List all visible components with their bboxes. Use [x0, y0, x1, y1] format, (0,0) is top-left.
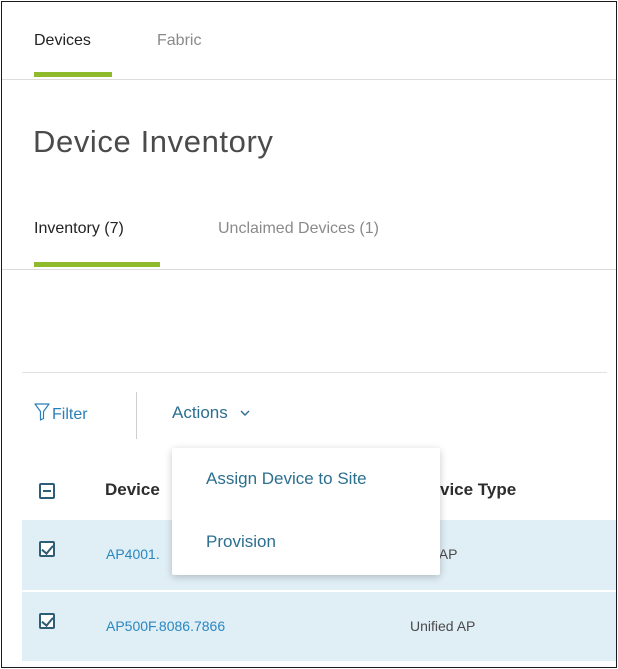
device-name-link[interactable]: AP500F.8086.7866	[106, 618, 225, 634]
select-all-checkbox[interactable]	[39, 483, 55, 499]
sub-tab-bar: Inventory (7) Unclaimed Devices (1)	[2, 197, 616, 270]
menu-item-provision[interactable]: Provision	[206, 532, 276, 552]
filter-icon	[34, 403, 52, 426]
device-name-link[interactable]: AP4001.	[106, 546, 160, 562]
active-tab-indicator	[34, 72, 112, 77]
table-row[interactable]: AP500F.8086.7866 Unified AP	[22, 591, 616, 661]
tab-devices[interactable]: Devices	[34, 32, 91, 50]
row-checkbox[interactable]	[39, 541, 55, 557]
actions-dropdown-button[interactable]: Actions	[172, 403, 250, 423]
page-title: Device Inventory	[33, 124, 274, 159]
active-subtab-indicator	[34, 262, 160, 267]
filter-button[interactable]: Filter	[34, 403, 88, 426]
tab-inventory[interactable]: Inventory (7)	[34, 220, 124, 238]
table-toolbar: Filter Actions	[2, 382, 616, 442]
chevron-down-icon	[240, 407, 250, 419]
toolbar-separator	[136, 392, 137, 439]
filter-label: Filter	[52, 405, 88, 423]
column-header-device-type[interactable]: vice Type	[440, 480, 516, 500]
row-checkbox[interactable]	[39, 613, 55, 629]
tab-fabric[interactable]: Fabric	[157, 32, 201, 50]
section-divider	[22, 372, 607, 373]
actions-label: Actions	[172, 403, 228, 422]
column-header-device[interactable]: Device	[105, 480, 160, 500]
actions-menu: Assign Device to Site Provision	[172, 448, 440, 575]
device-type: Unified AP	[410, 618, 476, 634]
menu-item-assign-device-to-site[interactable]: Assign Device to Site	[206, 469, 367, 489]
device-inventory-panel: Devices Fabric Device Inventory Inventor…	[1, 1, 617, 668]
tab-unclaimed-devices[interactable]: Unclaimed Devices (1)	[218, 220, 379, 238]
top-tab-bar: Devices Fabric	[2, 2, 616, 80]
